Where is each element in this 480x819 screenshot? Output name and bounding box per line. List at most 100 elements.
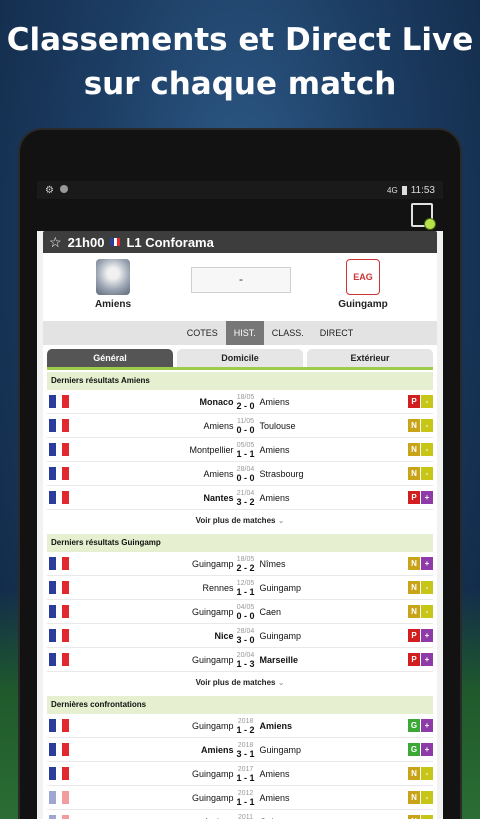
- headline-line-1: Classements et Direct Live: [6, 22, 474, 58]
- tab-hist[interactable]: HIST.: [225, 321, 264, 345]
- match-row[interactable]: Amiens 11/05 0 - 0 Toulouse N -: [47, 414, 433, 438]
- favorite-star-icon[interactable]: ☆: [49, 234, 62, 251]
- home-team-name: Montpellier: [189, 444, 234, 455]
- history-subtabs: Général Domicile Extérieur: [43, 345, 437, 367]
- away-team-name: Guingamp: [259, 744, 301, 755]
- match-row[interactable]: Guingamp 2017 1 - 1 Amiens N -: [47, 762, 433, 786]
- france-flag-icon: [49, 395, 69, 408]
- france-flag-icon: [49, 767, 69, 780]
- match-row[interactable]: Amiens20110 - 0GuingampN-: [47, 810, 433, 819]
- result-badge: N: [408, 767, 421, 780]
- subtab-general[interactable]: Général: [47, 349, 173, 367]
- amiens-crest-icon: [96, 259, 130, 295]
- section-title: Derniers résultats Guingamp: [47, 534, 433, 552]
- match-row[interactable]: Rennes 12/05 1 - 1 Guingamp N -: [47, 576, 433, 600]
- home-team-name: Rennes: [202, 582, 234, 593]
- promo-headline: Classements et Direct Live sur chaque ma…: [0, 18, 480, 106]
- france-flag-icon: [49, 419, 69, 432]
- home-team-name: Nice: [214, 630, 234, 641]
- subtab-domicile[interactable]: Domicile: [177, 349, 303, 367]
- match-row[interactable]: Guingamp 20/04 1 - 3 Marseille P +: [47, 648, 433, 672]
- clock: 11:53: [410, 184, 435, 196]
- match-row[interactable]: Nantes 21/04 3 - 2 Amiens P +: [47, 486, 433, 510]
- result-badge: P: [408, 491, 421, 504]
- away-team-name: Guingamp: [338, 299, 388, 310]
- score-cell: 04/05 0 - 0: [234, 603, 258, 621]
- subtab-underline: [47, 367, 433, 370]
- match-score: 2 - 2: [236, 562, 255, 573]
- result-badge: N: [408, 557, 421, 570]
- subtab-exterieur[interactable]: Extérieur: [307, 349, 433, 367]
- result-badge: P: [408, 395, 421, 408]
- score-cell: 21/04 3 - 2: [234, 489, 258, 507]
- trend-badge: -: [421, 605, 433, 618]
- settings-icon: ⚙: [45, 184, 54, 196]
- match-time: 21h00: [67, 234, 105, 250]
- see-more-label: Voir plus de matches: [195, 678, 276, 687]
- result-badge: N: [408, 419, 421, 432]
- match-row[interactable]: Guingamp 18/05 2 - 2 Nîmes N +: [47, 552, 433, 576]
- result-badge: P: [408, 653, 421, 666]
- signal-icon: 4G: [387, 185, 398, 195]
- match-row[interactable]: Monaco 18/05 2 - 0 Amiens P -: [47, 390, 433, 414]
- france-flag-icon: [49, 815, 69, 819]
- trend-badge: +: [421, 653, 433, 666]
- away-team-name: Amiens: [259, 444, 290, 455]
- france-flag-icon: [49, 653, 69, 666]
- match-row[interactable]: Amiens 2018 3 - 1 Guingamp G +: [47, 738, 433, 762]
- chevron-down-icon: ⌄: [277, 516, 285, 525]
- match-row[interactable]: Amiens 28/04 0 - 0 Strasbourg N -: [47, 462, 433, 486]
- tab-direct[interactable]: DIRECT: [312, 321, 362, 345]
- teams-header: Amiens - EAG Guingamp: [43, 253, 437, 321]
- status-bar: ⚙ 4G 11:53: [37, 181, 443, 199]
- match-row[interactable]: Guingamp 04/05 0 - 0 Caen N -: [47, 600, 433, 624]
- match-score: 2 - 0: [236, 400, 255, 411]
- france-flag-icon: [49, 743, 69, 756]
- france-flag-icon: [49, 557, 69, 570]
- match-row[interactable]: Guingamp 2012 1 - 1 Amiens N -: [47, 786, 433, 810]
- tab-class[interactable]: CLASS.: [264, 321, 312, 345]
- score-cell: 28/04 0 - 0: [234, 465, 258, 483]
- away-team-name: Amiens: [259, 720, 292, 731]
- match-card: Amiens - EAG Guingamp COTES HIST. CLASS.…: [43, 253, 437, 819]
- away-team[interactable]: EAG Guingamp: [303, 259, 423, 310]
- france-flag-icon: [49, 605, 69, 618]
- france-flag-icon: [49, 491, 69, 504]
- score-cell: 20110 - 0: [234, 813, 258, 819]
- match-score: 1 - 3: [236, 658, 255, 669]
- score-cell: 2012 1 - 1: [234, 789, 258, 807]
- app-toolbar: [37, 199, 443, 231]
- match-row[interactable]: Guingamp 2018 1 - 2 Amiens G +: [47, 714, 433, 738]
- match-score: 3 - 2: [236, 496, 255, 507]
- france-flag-icon: [49, 467, 69, 480]
- trend-badge: +: [421, 719, 433, 732]
- result-badge: N: [408, 791, 421, 804]
- result-badge: N: [408, 815, 421, 819]
- scoreboard-menu-icon[interactable]: [411, 203, 436, 230]
- section-title: Derniers résultats Amiens: [47, 372, 433, 390]
- score-cell: 2018 1 - 2: [234, 717, 258, 735]
- home-team-name: Monaco: [199, 396, 234, 407]
- match-score: 1 - 1: [236, 772, 255, 783]
- france-flag-icon: [49, 443, 69, 456]
- match-score: 3 - 1: [236, 748, 255, 759]
- away-team-name: Amiens: [259, 768, 290, 779]
- match-row[interactable]: Montpellier 05/05 1 - 1 Amiens N -: [47, 438, 433, 462]
- home-team[interactable]: Amiens: [53, 259, 173, 310]
- away-team-name: Guingamp: [259, 582, 301, 593]
- trend-badge: -: [421, 581, 433, 594]
- home-team-name: Guingamp: [191, 606, 234, 617]
- tab-cotes[interactable]: COTES: [179, 321, 226, 345]
- result-badge: N: [408, 467, 421, 480]
- away-team-name: Marseille: [259, 654, 298, 665]
- away-team-name: Caen: [259, 606, 281, 617]
- france-flag-icon: [49, 719, 69, 732]
- see-more-matches-link[interactable]: Voir plus de matches ⌄: [43, 672, 437, 694]
- score-cell: 2018 3 - 1: [234, 741, 258, 759]
- score-cell: 2017 1 - 1: [234, 765, 258, 783]
- score-cell: 11/05 0 - 0: [234, 417, 258, 435]
- match-row[interactable]: Nice 28/04 3 - 0 Guingamp P +: [47, 624, 433, 648]
- section-title: Dernières confrontations: [47, 696, 433, 714]
- match-score: 1 - 1: [236, 796, 255, 807]
- see-more-matches-link[interactable]: Voir plus de matches ⌄: [43, 510, 437, 532]
